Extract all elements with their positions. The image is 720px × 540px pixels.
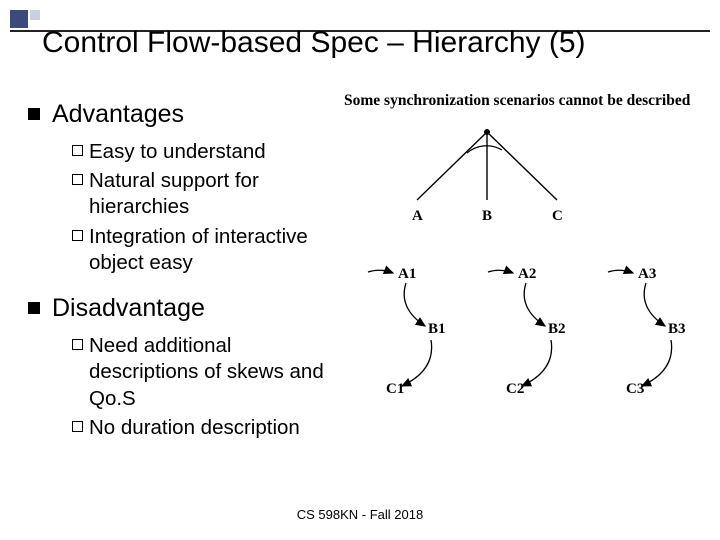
node-label-a: A	[412, 208, 423, 224]
list-item: Integration of interactive object easy	[72, 224, 338, 276]
list-item: Natural support for hierarchies	[72, 168, 338, 220]
figure-caption: Some synchronization scenarios cannot be…	[338, 92, 708, 120]
node-label-b: B	[482, 208, 492, 224]
bullet-square-icon	[28, 108, 40, 120]
slide-body: Advantages Easy to understand Natural su…	[28, 90, 708, 459]
bullet-hollow-icon	[72, 421, 83, 432]
tree-diagram: A B C	[338, 120, 612, 235]
list-item: No duration description	[72, 415, 338, 441]
list-item: Need additional descriptions of skews an…	[72, 333, 338, 412]
slide-footer: CS 598KN - Fall 2018	[0, 507, 720, 522]
svg-text:B2: B2	[548, 321, 566, 337]
node-label-c: C	[552, 208, 563, 224]
slide-title: Control Flow-based Spec – Hierarchy (5)	[42, 26, 586, 60]
list-item: Easy to understand	[72, 139, 338, 165]
bullet-hollow-icon	[72, 145, 83, 156]
svg-text:A3: A3	[638, 266, 656, 282]
svg-text:A1: A1	[398, 266, 416, 282]
svg-text:C3: C3	[626, 381, 644, 397]
section-heading-disadvantage: Disadvantage	[28, 294, 338, 323]
sync-diagram: A1 A2 A3 B1 B2 B3 C1 C2 C3	[338, 258, 698, 423]
section-heading-advantages: Advantages	[28, 100, 338, 129]
svg-text:A2: A2	[518, 266, 536, 282]
bullet-hollow-icon	[72, 174, 83, 185]
svg-text:C1: C1	[386, 381, 404, 397]
bullet-hollow-icon	[72, 230, 83, 241]
svg-text:B3: B3	[668, 321, 686, 337]
bullet-square-icon	[28, 302, 40, 314]
svg-text:B1: B1	[428, 321, 446, 337]
bullet-hollow-icon	[72, 339, 83, 350]
svg-text:C2: C2	[506, 381, 524, 397]
